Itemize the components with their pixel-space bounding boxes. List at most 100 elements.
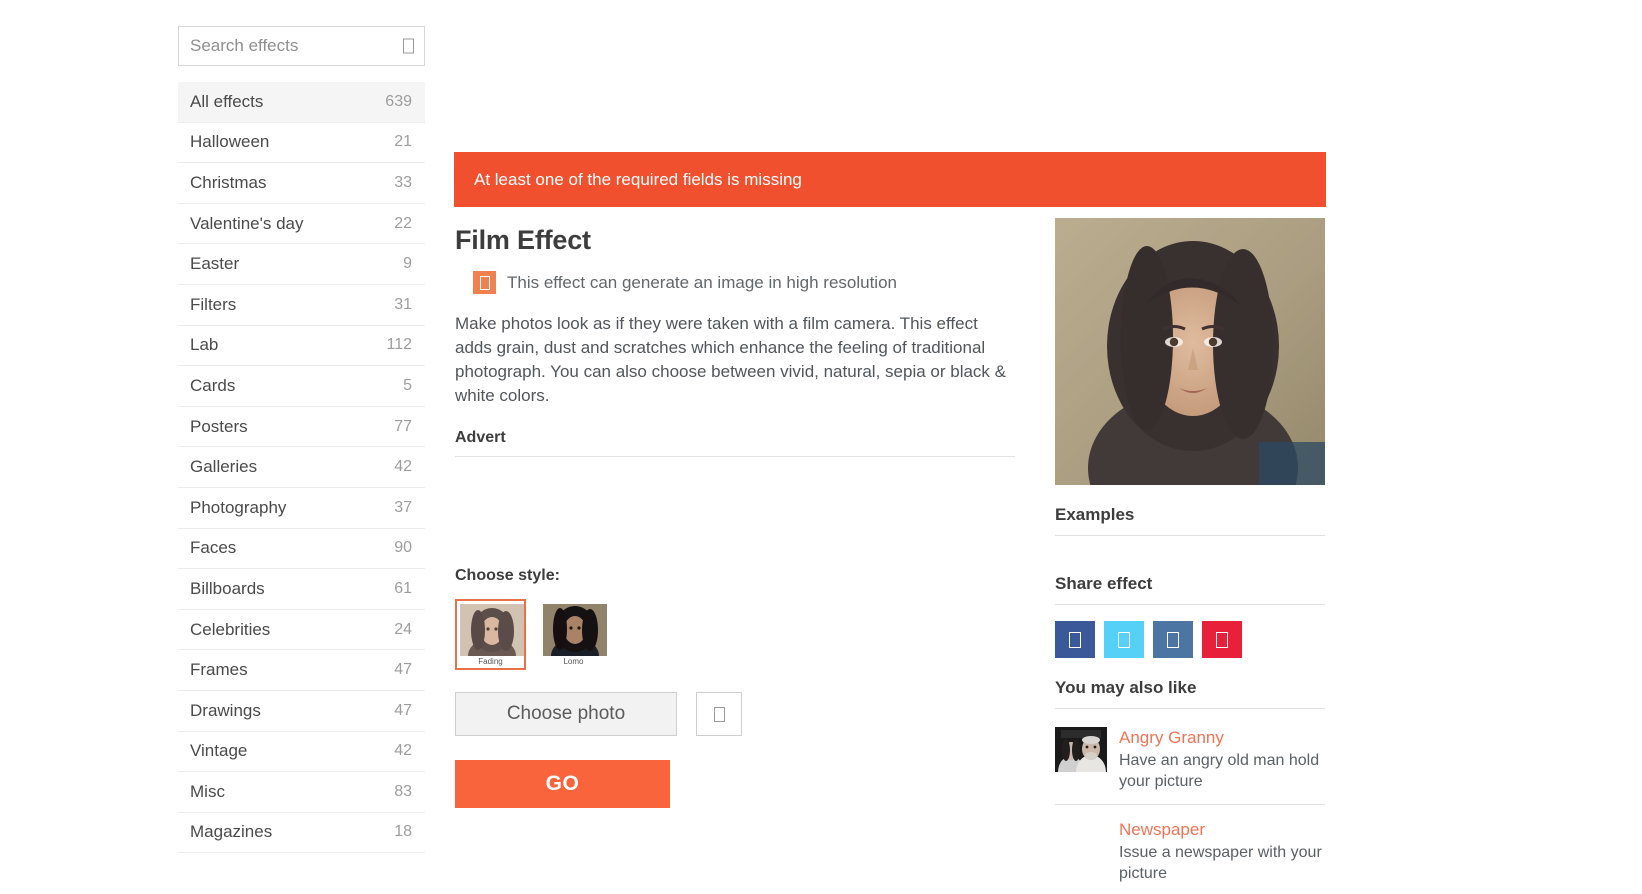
sidebar-item-label: All effects xyxy=(190,91,264,111)
sidebar-item-christmas[interactable]: Christmas 33 xyxy=(178,163,425,204)
sidebar-item-filters[interactable]: Filters 31 xyxy=(178,285,425,326)
upload-icon[interactable] xyxy=(696,692,742,736)
sidebar-item-label: Galleries xyxy=(190,457,258,477)
you-may-also-like-heading: You may also like xyxy=(1055,678,1325,709)
sidebar-item-label: Halloween xyxy=(190,132,270,152)
sidebar-item-valentine-s-day[interactable]: Valentine's day 22 xyxy=(178,204,425,245)
related-effect-description: Issue a newspaper with your picture xyxy=(1119,844,1322,882)
sidebar-item-label: Valentine's day xyxy=(190,213,304,233)
sidebar-item-count: 24 xyxy=(394,620,412,638)
go-button[interactable]: GO xyxy=(455,760,670,808)
sidebar-item-count: 42 xyxy=(394,458,412,476)
sidebar-item-label: Cards xyxy=(190,375,236,395)
sidebar-item-label: Christmas xyxy=(190,172,267,192)
sidebar-item-count: 37 xyxy=(394,498,412,516)
sidebar-item-posters[interactable]: Posters 77 xyxy=(178,407,425,448)
facebook-icon[interactable] xyxy=(1055,621,1095,658)
sidebar-item-lab[interactable]: Lab 112 xyxy=(178,326,425,367)
choose-photo-button[interactable]: Choose photo xyxy=(455,692,677,736)
sidebar-item-count: 77 xyxy=(394,417,412,435)
sidebar-item-count: 47 xyxy=(394,661,412,679)
sidebar-item-count: 9 xyxy=(403,255,412,273)
sidebar-item-label: Misc xyxy=(190,781,225,801)
sidebar-item-label: Drawings xyxy=(190,700,261,720)
share-button-row xyxy=(1055,621,1325,658)
sidebar-item-count: 47 xyxy=(394,701,412,719)
sidebar-item-drawings[interactable]: Drawings 47 xyxy=(178,691,425,732)
sidebar-item-count: 33 xyxy=(394,173,412,191)
sidebar-item-label: Lab xyxy=(190,335,219,355)
related-effect-description: Have an angry old man hold your picture xyxy=(1119,752,1320,790)
effects-sidebar: All effects 639 Halloween 21 Christmas 33 Vale… xyxy=(178,26,425,854)
sidebar-item-label: Billboards xyxy=(190,578,265,598)
error-alert: At least one of the required fields is m… xyxy=(454,152,1326,207)
sidebar-item-label: Easter xyxy=(190,254,240,274)
share-effect-heading: Share effect xyxy=(1055,574,1325,605)
sidebar-item-celebrities[interactable]: Celebrities 24 xyxy=(178,610,425,651)
related-effect-title[interactable]: Newspaper xyxy=(1119,819,1325,840)
sidebar-item-halloween[interactable]: Halloween 21 xyxy=(178,123,425,164)
related-effect-item[interactable]: Angry Granny Have an angry old man hold y… xyxy=(1055,713,1325,805)
pinterest-icon[interactable] xyxy=(1202,621,1242,658)
sidebar-item-count: 112 xyxy=(386,336,412,354)
right-sidebar: Examples Share effect You may also like … xyxy=(1055,218,1325,894)
style-option-caption: Lomo xyxy=(563,657,584,666)
sidebar-item-label: Frames xyxy=(190,660,248,680)
sidebar-item-all-effects[interactable]: All effects 639 xyxy=(178,82,425,123)
sidebar-item-label: Magazines xyxy=(190,822,273,842)
sidebar-item-photography[interactable]: Photography 37 xyxy=(178,488,425,529)
effect-description: Make photos look as if they were taken w… xyxy=(455,314,1006,405)
sidebar-item-magazines[interactable]: Magazines 18 xyxy=(178,813,425,854)
related-effect-thumbnail-placeholder xyxy=(1055,819,1107,864)
sidebar-item-galleries[interactable]: Galleries 42 xyxy=(178,447,425,488)
style-option-lomo[interactable]: Lomo xyxy=(538,599,609,670)
style-thumbnail-image xyxy=(460,604,524,656)
page-root: All effects 639 Halloween 21 Christmas 33 Vale… xyxy=(0,0,1642,894)
examples-heading: Examples xyxy=(1055,505,1325,536)
sidebar-item-cards[interactable]: Cards 5 xyxy=(178,366,425,407)
related-effect-text: Angry Granny Have an angry old man hold y… xyxy=(1119,727,1325,792)
advert-heading: Advert xyxy=(455,429,1015,457)
sidebar-item-count: 22 xyxy=(394,214,412,232)
vk-icon[interactable] xyxy=(1153,621,1193,658)
style-option-caption: Fading xyxy=(478,657,503,666)
sidebar-item-label: Posters xyxy=(190,416,248,436)
sidebar-item-count: 61 xyxy=(394,579,412,597)
examples-content xyxy=(1055,536,1325,554)
sidebar-item-label: Filters xyxy=(190,294,237,314)
related-effect-item[interactable]: Newspaper Issue a newspaper with your pic… xyxy=(1055,805,1325,894)
sidebar-item-easter[interactable]: Easter 9 xyxy=(178,244,425,285)
sidebar-item-label: Celebrities xyxy=(190,619,271,639)
search-input[interactable] xyxy=(179,27,424,65)
sidebar-item-frames[interactable]: Frames 47 xyxy=(178,650,425,691)
related-effect-title[interactable]: Angry Granny xyxy=(1119,727,1325,748)
sidebar-item-misc[interactable]: Misc 83 xyxy=(178,772,425,813)
sidebar-item-count: 42 xyxy=(394,742,412,760)
sidebar-item-vintage[interactable]: Vintage 42 xyxy=(178,732,425,773)
sidebar-item-count: 21 xyxy=(394,133,412,151)
twitter-icon[interactable] xyxy=(1104,621,1144,658)
style-option-fading[interactable]: Fading xyxy=(455,599,526,670)
sidebar-item-label: Photography xyxy=(190,497,287,517)
related-effect-thumbnail xyxy=(1055,727,1107,772)
related-effect-text: Newspaper Issue a newspaper with your pic… xyxy=(1119,819,1325,884)
style-thumbnail-image xyxy=(543,604,607,656)
sidebar-item-billboards[interactable]: Billboards 61 xyxy=(178,569,425,610)
effect-preview-image xyxy=(1055,218,1325,485)
sidebar-item-faces[interactable]: Faces 90 xyxy=(178,529,425,570)
alert-message: At least one of the required fields is m… xyxy=(474,169,802,189)
related-effects-list: Angry Granny Have an angry old man hold y… xyxy=(1055,713,1325,894)
high-resolution-text: This effect can generate an image in hig… xyxy=(507,272,897,292)
sidebar-item-label: Faces xyxy=(190,538,237,558)
sidebar-item-count: 639 xyxy=(385,92,412,110)
high-resolution-icon xyxy=(473,271,496,294)
sidebar-item-count: 5 xyxy=(403,376,412,394)
search-box[interactable] xyxy=(178,26,425,66)
sidebar-item-count: 18 xyxy=(394,823,412,841)
sidebar-item-count: 83 xyxy=(394,782,412,800)
category-list: All effects 639 Halloween 21 Christmas 33 Vale… xyxy=(178,82,425,854)
search-icon[interactable] xyxy=(403,38,414,54)
sidebar-item-label: Vintage xyxy=(190,741,248,761)
sidebar-item-count: 90 xyxy=(394,539,412,557)
sidebar-item-count: 31 xyxy=(394,295,412,313)
